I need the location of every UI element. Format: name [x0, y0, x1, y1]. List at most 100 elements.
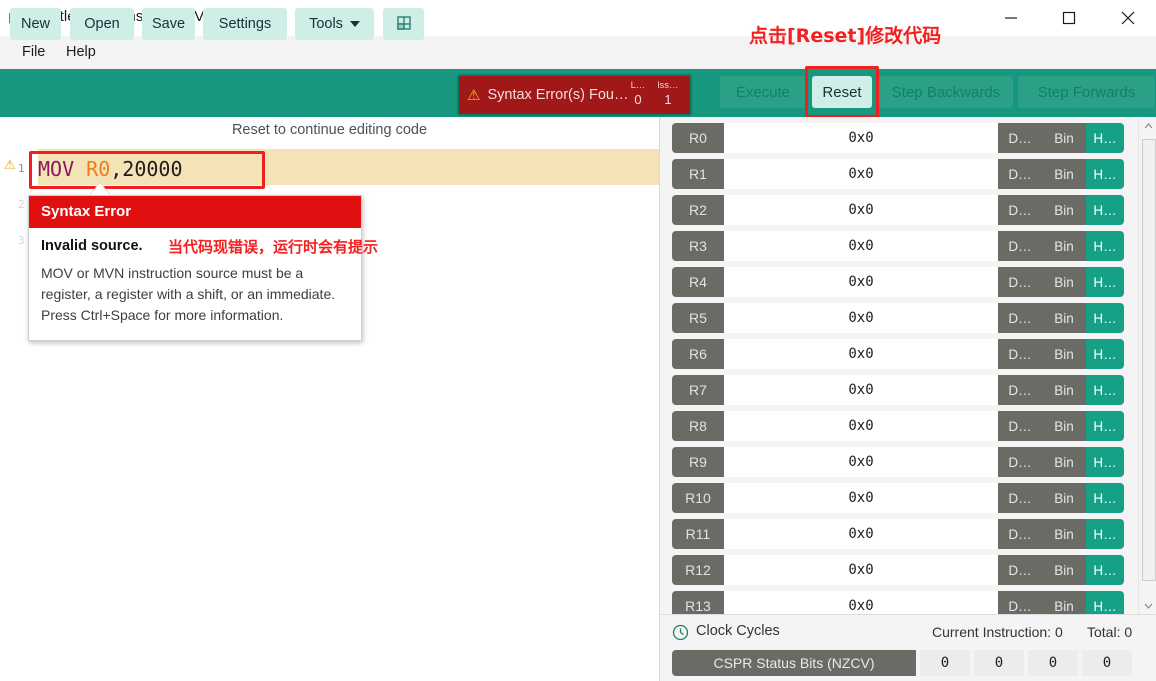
register-base-hex-button[interactable]: H… [1086, 447, 1124, 477]
register-base-bin-button[interactable]: Bin [1042, 123, 1086, 153]
register-base-dec-button[interactable]: D… [998, 411, 1042, 441]
register-base-dec-button[interactable]: D… [998, 483, 1042, 513]
register-base-dec-button[interactable]: D… [998, 195, 1042, 225]
clock-cycles-row: Clock Cycles Current Instruction: 0 Tota… [672, 622, 1142, 644]
register-value[interactable]: 0x0 [724, 123, 998, 153]
register-base-bin-button[interactable]: Bin [1042, 519, 1086, 549]
register-base-bin-button[interactable]: Bin [1042, 195, 1086, 225]
register-value[interactable]: 0x0 [724, 519, 998, 549]
error-lines-value: 0 [634, 92, 642, 107]
register-value[interactable]: 0x0 [724, 591, 998, 614]
register-row: R12 0x0 D… Bin H… [672, 555, 1124, 585]
register-name: R8 [672, 411, 724, 441]
register-name: R5 [672, 303, 724, 333]
minimize-icon[interactable] [988, 0, 1034, 36]
register-base-bin-button[interactable]: Bin [1042, 411, 1086, 441]
register-base-bin-button[interactable]: Bin [1042, 339, 1086, 369]
status-bar: Clock Cycles Current Instruction: 0 Tota… [660, 614, 1156, 681]
register-value[interactable]: 0x0 [724, 159, 998, 189]
register-value[interactable]: 0x0 [724, 339, 998, 369]
register-value[interactable]: 0x0 [724, 483, 998, 513]
maximize-icon[interactable] [1046, 0, 1092, 36]
register-value[interactable]: 0x0 [724, 411, 998, 441]
register-base-dec-button[interactable]: D… [998, 339, 1042, 369]
register-name: R3 [672, 231, 724, 261]
register-name: R11 [672, 519, 724, 549]
register-base-hex-button[interactable]: H… [1086, 591, 1124, 614]
register-base-hex-button[interactable]: H… [1086, 195, 1124, 225]
menu-item-help[interactable]: Help [58, 42, 104, 62]
register-base-hex-button[interactable]: H… [1086, 267, 1124, 297]
menu-item-file[interactable]: File [14, 42, 53, 62]
register-base-hex-button[interactable]: H… [1086, 303, 1124, 333]
settings-button[interactable]: Settings [203, 8, 287, 40]
cspr-bit-z: 0 [974, 650, 1024, 676]
tooltip-title: Syntax Error [29, 196, 361, 228]
register-base-bin-button[interactable]: Bin [1042, 483, 1086, 513]
register-base-hex-button[interactable]: H… [1086, 231, 1124, 261]
new-button[interactable]: New [10, 8, 61, 40]
register-value[interactable]: 0x0 [724, 447, 998, 477]
clock-icon [672, 624, 689, 646]
chevron-down-icon[interactable] [1139, 596, 1156, 614]
open-button[interactable]: Open [70, 8, 134, 40]
execute-button[interactable]: Execute [720, 76, 806, 108]
register-base-bin-button[interactable]: Bin [1042, 159, 1086, 189]
register-row: R1 0x0 D… Bin H… [672, 159, 1124, 189]
register-base-hex-button[interactable]: H… [1086, 375, 1124, 405]
chevron-up-icon[interactable] [1139, 117, 1156, 135]
panel-layout-icon[interactable] [383, 8, 424, 40]
syntax-error-banner[interactable]: ⚠ Syntax Error(s) Fou… L… 0 lss… 1 [457, 74, 692, 116]
step-forwards-button[interactable]: Step Forwards [1018, 76, 1155, 108]
register-base-bin-button[interactable]: Bin [1042, 231, 1086, 261]
register-base-hex-button[interactable]: H… [1086, 123, 1124, 153]
register-base-bin-button[interactable]: Bin [1042, 375, 1086, 405]
register-value[interactable]: 0x0 [724, 195, 998, 225]
register-base-dec-button[interactable]: D… [998, 555, 1042, 585]
register-base-hex-button[interactable]: H… [1086, 339, 1124, 369]
syntax-error-text: Syntax Error(s) Fou… [487, 87, 629, 103]
register-base-dec-button[interactable]: D… [998, 267, 1042, 297]
close-icon[interactable] [1105, 0, 1151, 36]
register-base-hex-button[interactable]: H… [1086, 483, 1124, 513]
register-base-dec-button[interactable]: D… [998, 447, 1042, 477]
cspr-label: CSPR Status Bits (NZCV) [672, 650, 916, 676]
step-backwards-button[interactable]: Step Backwards [879, 76, 1013, 108]
register-base-hex-button[interactable]: H… [1086, 411, 1124, 441]
register-base-hex-button[interactable]: H… [1086, 519, 1124, 549]
register-value[interactable]: 0x0 [724, 231, 998, 261]
register-base-bin-button[interactable]: Bin [1042, 591, 1086, 614]
scrollbar-thumb[interactable] [1142, 139, 1156, 581]
code-highlight-box [29, 151, 265, 189]
register-base-dec-button[interactable]: D… [998, 591, 1042, 614]
register-base-dec-button[interactable]: D… [998, 519, 1042, 549]
tools-dropdown-button[interactable]: Tools [295, 8, 374, 40]
register-base-bin-button[interactable]: Bin [1042, 555, 1086, 585]
save-button[interactable]: Save [142, 8, 195, 40]
register-name: R6 [672, 339, 724, 369]
register-row: R6 0x0 D… Bin H… [672, 339, 1124, 369]
error-issues-label: lss… [657, 80, 679, 91]
register-value[interactable]: 0x0 [724, 303, 998, 333]
register-name: R4 [672, 267, 724, 297]
register-base-dec-button[interactable]: D… [998, 375, 1042, 405]
register-base-bin-button[interactable]: Bin [1042, 303, 1086, 333]
tooltip-description: MOV or MVN instruction source must be a … [41, 265, 336, 323]
register-base-dec-button[interactable]: D… [998, 159, 1042, 189]
register-base-hex-button[interactable]: H… [1086, 555, 1124, 585]
register-name: R12 [672, 555, 724, 585]
register-value[interactable]: 0x0 [724, 375, 998, 405]
register-base-dec-button[interactable]: D… [998, 303, 1042, 333]
tooltip-arrow-icon [90, 183, 110, 195]
register-value[interactable]: 0x0 [724, 267, 998, 297]
register-base-bin-button[interactable]: Bin [1042, 447, 1086, 477]
register-scrollbar[interactable] [1138, 117, 1156, 614]
register-value[interactable]: 0x0 [724, 555, 998, 585]
register-row: R13 0x0 D… Bin H… [672, 591, 1124, 614]
register-base-dec-button[interactable]: D… [998, 231, 1042, 261]
register-name: R13 [672, 591, 724, 614]
register-base-dec-button[interactable]: D… [998, 123, 1042, 153]
register-base-hex-button[interactable]: H… [1086, 159, 1124, 189]
register-name: R9 [672, 447, 724, 477]
register-base-bin-button[interactable]: Bin [1042, 267, 1086, 297]
